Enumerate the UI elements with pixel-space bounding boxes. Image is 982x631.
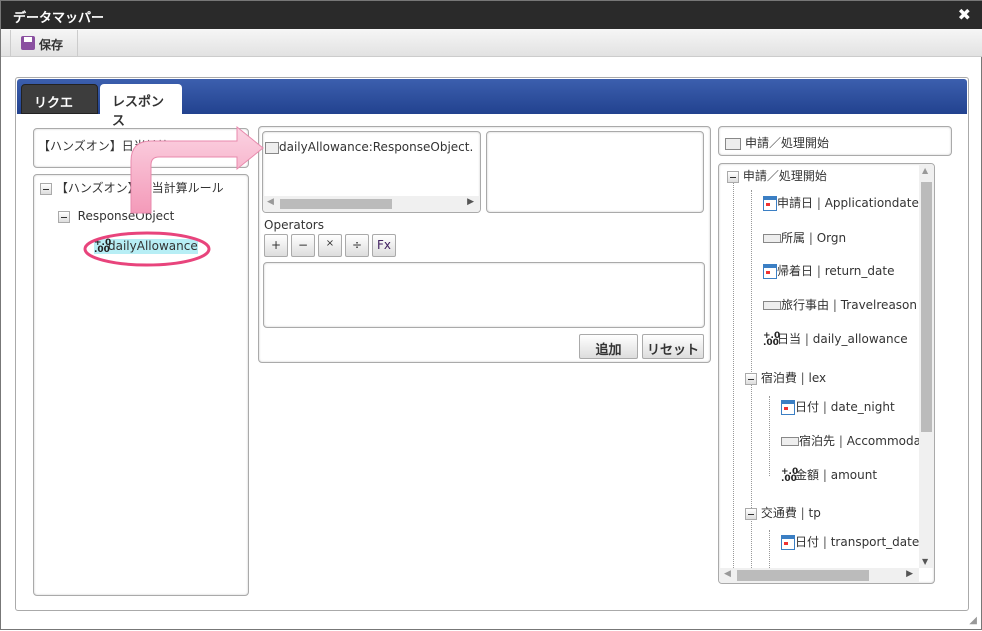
tree-leaf-daily-allowance[interactable]: +.0.00dailyAllowance	[94, 237, 198, 255]
tree-item-label: 宿泊先	[799, 434, 836, 448]
broken-link-icon[interactable]	[265, 141, 279, 154]
tree-item[interactable]: 申請／処理開始	[727, 167, 827, 184]
floppy-disk-icon	[21, 36, 35, 50]
tree-item[interactable]: 日付 | transport_date	[781, 533, 919, 550]
divide-button[interactable]: ÷	[345, 234, 369, 257]
target-tree[interactable]: 申請／処理開始申請日 | Applicationdate 所属 | Orgn 帰着日…	[718, 163, 935, 584]
tree-item-label: 宿泊費	[760, 371, 797, 385]
text-field-icon	[763, 234, 781, 243]
horizontal-scrollbar[interactable]: ◀ ▶	[263, 196, 480, 212]
tree-item-label: 日付	[795, 400, 820, 414]
rule-field-value: 【ハンズオン】日当計算ルール	[38, 139, 206, 153]
plus-button[interactable]: +	[264, 234, 288, 257]
mapped-items-list[interactable]: dailyAllowance:ResponseObject.【ハンズオン】日当計…	[262, 131, 481, 213]
tree-item-key: Orgn	[816, 231, 847, 245]
tree-item-key: date_night	[830, 400, 895, 414]
mapped-item[interactable]: dailyAllowance:ResponseObject.【ハンズオン】日当計…	[279, 140, 480, 154]
number-icon: +.0.00	[763, 330, 781, 348]
text-field-icon	[781, 437, 799, 446]
tree-item-label: 所属	[781, 231, 806, 245]
tree-item-label: 申請／処理開始	[742, 169, 827, 183]
number-icon: +.0.00	[94, 237, 112, 255]
calendar-icon	[781, 400, 795, 415]
tree-item[interactable]: 宿泊費 | lex	[745, 369, 826, 386]
form-icon	[725, 137, 741, 150]
tree-item-key: Applicationdate	[824, 196, 919, 210]
toolbar	[1, 29, 982, 57]
save-label: 保存	[39, 38, 64, 52]
tree-item-label: 日当	[777, 332, 802, 346]
tree-item[interactable]: 所属 | Orgn	[763, 229, 846, 246]
tree-item-label: 交通費	[760, 506, 797, 520]
tree-item-label: 金額	[795, 468, 820, 482]
expression-textarea[interactable]	[263, 262, 705, 328]
tree-item-key: amount	[830, 468, 878, 482]
target-header: 申請／処理開始	[718, 126, 952, 156]
collapse-icon[interactable]	[727, 170, 739, 183]
function-button[interactable]: Fx	[372, 234, 396, 257]
window-title: データマッパー	[1, 1, 982, 29]
tab-response[interactable]: レスポンス	[100, 84, 182, 129]
text-field-icon	[763, 301, 781, 310]
tree-item[interactable]: 日付 | date_night	[781, 398, 895, 415]
calendar-icon	[763, 264, 777, 279]
tree-item[interactable]: 宿泊先 | Accommodati	[781, 432, 929, 449]
calendar-icon	[781, 535, 795, 550]
add-button[interactable]: 追加	[579, 334, 638, 359]
resize-grip-icon[interactable]: ◢	[969, 615, 977, 626]
tree-item-key: tp	[808, 506, 821, 520]
rule-field[interactable]: 【ハンズオン】日当計算ルール	[33, 128, 249, 168]
multiply-button[interactable]: ×	[318, 234, 342, 257]
tree-item-label: 日付	[795, 535, 820, 549]
tree-item-key: transport_date	[830, 535, 920, 549]
collapse-icon[interactable]	[58, 210, 70, 223]
tree-item-label: 帰着日	[777, 264, 814, 278]
tree-item[interactable]: 交通費 | tp	[745, 504, 821, 521]
calendar-icon	[763, 196, 777, 211]
tree-item-key: Accommodati	[846, 434, 929, 448]
tree-item-key: return_date	[824, 264, 895, 278]
tree-item[interactable]: +.0.00日当 | daily_allowance	[763, 330, 908, 347]
tree-item[interactable]: 旅行事由 | Travelreason	[763, 296, 917, 313]
collapse-icon[interactable]	[40, 182, 52, 195]
operators-label: Operators	[264, 218, 324, 232]
close-icon[interactable]: ✖	[958, 5, 971, 24]
tree-node-label[interactable]: ResponseObject	[78, 209, 175, 223]
tree-item[interactable]: 申請日 | Applicationdate	[763, 194, 919, 211]
tree-item-label: 申請日	[777, 196, 814, 210]
minus-button[interactable]: −	[291, 234, 315, 257]
tree-item-label: 旅行事由	[781, 298, 830, 312]
tree-item-key: lex	[808, 371, 827, 385]
reset-button[interactable]: リセット	[642, 334, 704, 359]
tab-request[interactable]: リクエスト	[21, 84, 98, 130]
horizontal-scrollbar[interactable]: ◀ ▶	[719, 568, 919, 583]
tree-root-label[interactable]: 【ハンズオン】日当計算ルール	[56, 181, 224, 195]
source-tree[interactable]: 【ハンズオン】日当計算ルール ResponseObject +.0.00dail…	[33, 174, 249, 596]
vertical-scrollbar[interactable]: ▲ ▼	[919, 164, 934, 568]
tree-item[interactable]: +.0.00金額 | amount	[781, 466, 877, 483]
mapping-detail-box[interactable]	[486, 131, 704, 213]
tree-item-key: daily_allowance	[812, 332, 908, 346]
leaf-label: dailyAllowance	[108, 239, 198, 253]
collapse-icon[interactable]	[745, 507, 757, 520]
tree-item-key: Travelreason	[840, 298, 917, 312]
target-header-label: 申請／処理開始	[745, 136, 830, 150]
number-icon: +.0.00	[781, 466, 799, 484]
save-button[interactable]: 保存	[10, 30, 78, 57]
tree-item[interactable]: 帰着日 | return_date	[763, 262, 894, 279]
collapse-icon[interactable]	[745, 372, 757, 385]
